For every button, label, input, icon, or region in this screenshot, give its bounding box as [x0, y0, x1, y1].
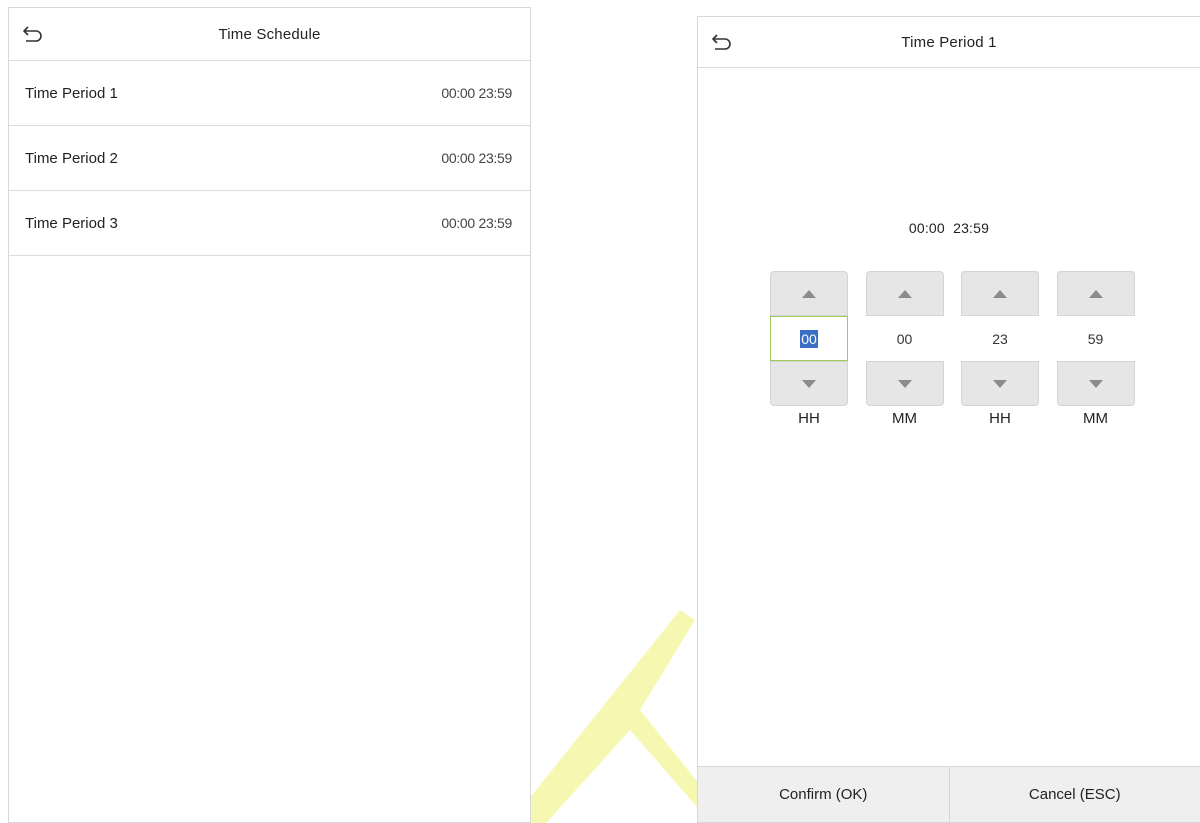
triangle-down-icon — [1088, 379, 1103, 388]
period-label: Time Period 2 — [25, 149, 118, 167]
period-label: Time Period 3 — [25, 214, 118, 232]
period-value: 00:00 23:59 — [441, 215, 512, 231]
time-spinners: 00 HH 00 MM 23 HH 59 MM — [770, 271, 1152, 427]
back-button[interactable] — [19, 20, 47, 48]
spinner-value: 23 — [992, 330, 1008, 347]
spinner-value: 00 — [800, 329, 818, 348]
time-period-list: Time Period 1 00:00 23:59 Time Period 2 … — [9, 61, 530, 256]
list-item-time-period-2[interactable]: Time Period 2 00:00 23:59 — [9, 126, 530, 191]
increment-button[interactable] — [961, 271, 1039, 316]
back-arrow-icon — [712, 34, 731, 50]
increment-button[interactable] — [770, 271, 848, 316]
spinner-start-hour: 00 HH — [770, 271, 848, 427]
page-title: Time Schedule — [218, 25, 321, 43]
period-display: 00:00 23:59 — [908, 220, 990, 236]
increment-button[interactable] — [1056, 271, 1135, 316]
triangle-up-icon — [1088, 289, 1103, 298]
unit-label: MM — [892, 410, 917, 427]
period-value: 00:00 23:59 — [441, 85, 512, 101]
decrement-button[interactable] — [770, 361, 848, 406]
decrement-button[interactable] — [865, 361, 944, 406]
list-item-time-period-3[interactable]: Time Period 3 00:00 23:59 — [9, 191, 530, 256]
triangle-down-icon — [802, 379, 816, 388]
stage: Time Schedule Time Period 1 00:00 23:59 … — [0, 0, 1200, 823]
cancel-button[interactable]: Cancel (ESC) — [948, 767, 1200, 822]
back-arrow-icon — [23, 26, 42, 42]
confirm-button[interactable]: Confirm (OK) — [698, 767, 949, 822]
hour-input[interactable]: 00 — [770, 316, 848, 361]
decrement-button[interactable] — [1056, 361, 1135, 406]
spinner-value: 59 — [1087, 330, 1104, 347]
unit-label: HH — [798, 410, 820, 427]
minute-input[interactable]: 59 — [1056, 316, 1135, 361]
time-period-editor-screen: Time Period 1 00:00 23:59 00 HH 00 MM 23… — [697, 16, 1200, 823]
spinner-end-minute: 59 MM — [1056, 271, 1135, 427]
period-value: 00:00 23:59 — [441, 150, 512, 166]
spinner-value: 00 — [896, 330, 913, 347]
page-title: Time Period 1 — [901, 33, 997, 51]
triangle-up-icon — [897, 289, 912, 298]
triangle-down-icon — [993, 379, 1007, 388]
triangle-up-icon — [802, 289, 816, 298]
unit-label: HH — [989, 410, 1011, 427]
period-label: Time Period 1 — [25, 84, 118, 102]
list-item-time-period-1[interactable]: Time Period 1 00:00 23:59 — [9, 61, 530, 126]
minute-input[interactable]: 00 — [865, 316, 944, 361]
header: Time Schedule — [9, 8, 530, 61]
triangle-up-icon — [993, 289, 1007, 298]
back-button[interactable] — [708, 28, 736, 56]
decrement-button[interactable] — [961, 361, 1039, 406]
triangle-down-icon — [897, 379, 912, 388]
unit-label: MM — [1083, 410, 1108, 427]
hour-input[interactable]: 23 — [961, 316, 1039, 361]
action-bar: Confirm (OK) Cancel (ESC) — [698, 766, 1200, 822]
time-schedule-screen: Time Schedule Time Period 1 00:00 23:59 … — [8, 7, 531, 823]
spinner-start-minute: 00 MM — [865, 271, 944, 427]
spinner-end-hour: 23 HH — [961, 271, 1039, 427]
header: Time Period 1 — [698, 17, 1200, 68]
increment-button[interactable] — [865, 271, 944, 316]
